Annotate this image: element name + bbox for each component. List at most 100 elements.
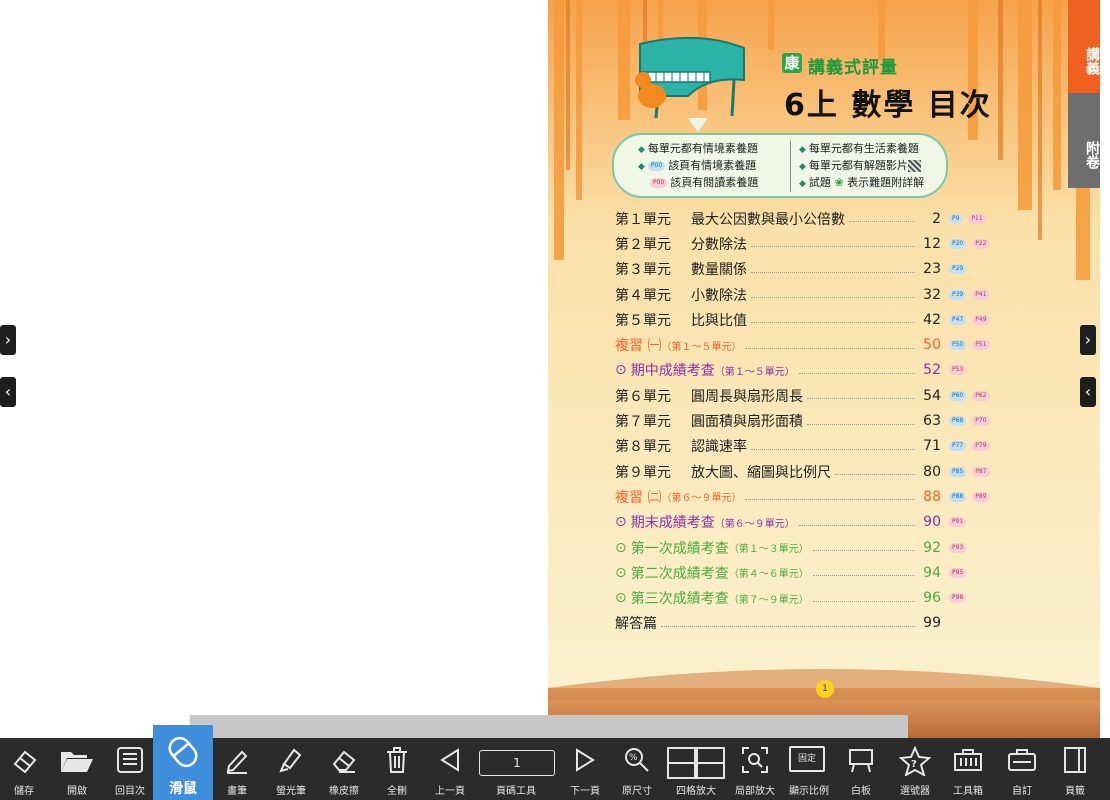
diamond-icon: ◆ (638, 162, 645, 172)
right-expand-button[interactable]: › (1080, 325, 1096, 355)
toc-button[interactable]: 回目次 (106, 738, 154, 800)
toc-row[interactable]: ⊙ 第二次成績考查 （第４～６單元） 94 P95 (615, 560, 995, 585)
pen-icon (226, 750, 248, 774)
clear-all-button[interactable]: 全刪 (374, 738, 420, 800)
leader-dots (812, 600, 915, 602)
toc-page-number: 96 (923, 590, 941, 607)
quad-zoom-button[interactable]: 四格放大 (664, 738, 728, 800)
page-tag[interactable]: P77 (949, 441, 967, 452)
page-tag[interactable]: P39 (949, 289, 967, 300)
tab-appendix[interactable]: 附卷 (1068, 93, 1100, 188)
toc-row[interactable]: ⊙ 第一次成績考查 （第１～３單元） 92 P93 (615, 535, 995, 560)
star-icon: ? (899, 746, 931, 776)
partial-zoom-button[interactable]: 局部放大 (730, 738, 780, 800)
trash-icon (387, 747, 407, 773)
toc-title: 數量關係 (691, 262, 747, 279)
display-ratio-button[interactable]: 固定 顯示比例 (784, 738, 834, 800)
toc-row[interactable]: 第８單元 認識速率 71 P77 P79 (615, 434, 995, 459)
page-tag[interactable]: P9 (949, 213, 963, 224)
leader-dots (751, 271, 915, 273)
toc-page-number: 42 (923, 311, 941, 328)
toc-row[interactable]: 解答篇 99 (615, 611, 995, 636)
custom-button[interactable]: 自訂 (998, 738, 1046, 800)
toc-row[interactable]: 第３單元 數量關係 23 P29 (615, 257, 995, 282)
features-right: ◆ 每單元都有生活素養題 ◆ 每單元都有解題影片 ◆ 試題 ❀ 表示難題附詳解 (790, 141, 924, 192)
whiteboard-button[interactable]: 白板 (838, 738, 884, 800)
prev-page-button[interactable]: 上一頁 (426, 738, 474, 800)
toc-row[interactable]: 第９單元 放大圖、縮圖與比例尺 80 P85 P87 (615, 459, 995, 484)
page-tag[interactable]: P51 (972, 340, 990, 351)
toc-title: 複習 ㈠ (615, 338, 662, 355)
reading-tag-icon: P00 (650, 178, 668, 188)
toc-row[interactable]: 複習 ㈡（第６～９單元） 88 P88 P89 (615, 484, 995, 509)
left-expand-button[interactable]: › (0, 325, 16, 355)
page-tab-button[interactable]: 頁籤 (1052, 738, 1098, 800)
page-tag[interactable]: P98 (949, 593, 967, 604)
page-tag[interactable]: P22 (972, 238, 990, 249)
toolbox-button[interactable]: 工具箱 (944, 738, 992, 800)
tab-lecture[interactable]: 講義 (1068, 0, 1100, 93)
page-tag[interactable]: P62 (972, 390, 990, 401)
fixed-ratio-icon: 固定 (789, 746, 825, 772)
page-tag[interactable]: P91 (949, 517, 967, 528)
toc-row[interactable]: ⊙ 第三次成績考查 （第７～９單元） 96 P98 (615, 585, 995, 610)
left-collapse-button[interactable]: ‹ (0, 377, 16, 407)
number-picker-button[interactable]: ? 選號器 (888, 738, 942, 800)
toc-row[interactable]: 第１單元 最大公因數與最小公倍數 2 P9 P11 (615, 206, 995, 231)
diamond-icon: ◆ (799, 162, 806, 172)
toc-row[interactable]: 第７單元 圓面積與扇形面積 63 P68 P70 (615, 408, 995, 433)
page-tag[interactable]: P11 (968, 213, 986, 224)
paw-icon: ❀ (834, 176, 844, 189)
horizontal-scrollbar[interactable] (190, 715, 908, 738)
eraser-button[interactable]: 橡皮擦 (320, 738, 368, 800)
toc-tags: P93 (949, 542, 995, 553)
toc-row[interactable]: 第５單元 比與比值 42 P47 P49 (615, 307, 995, 332)
toc-unit: 第５單元 (615, 312, 671, 329)
page-tag[interactable]: P60 (949, 390, 967, 401)
page-tag[interactable]: P88 (949, 491, 967, 502)
toc-page-number: 88 (923, 488, 941, 505)
toc-page-number: 99 (923, 615, 941, 632)
page-tag[interactable]: P50 (949, 340, 967, 351)
page-tag[interactable]: P41 (972, 289, 990, 300)
toc-row[interactable]: ⊙ 期中成績考查 （第１～５單元） 52 P53 (615, 358, 995, 383)
page-tag[interactable]: P49 (972, 314, 990, 325)
save-button[interactable]: 儲存 (0, 738, 48, 800)
right-collapse-button[interactable]: ‹ (1080, 377, 1096, 407)
toc-tags: P47 P49 (949, 314, 995, 325)
toc-row[interactable]: 第６單元 圓周長與扇形周長 54 P60 P62 (615, 383, 995, 408)
page-tag[interactable]: P47 (949, 314, 967, 325)
partial-zoom-icon (742, 747, 768, 773)
page-tag[interactable]: P70 (972, 416, 990, 427)
page-tag[interactable]: P87 (972, 466, 990, 477)
pen-button[interactable]: 畫筆 (214, 738, 260, 800)
toc-page-number: 63 (923, 413, 941, 430)
toc-tags: P88 P89 (949, 491, 995, 502)
page-tag[interactable]: P79 (972, 441, 990, 452)
page-tag[interactable]: P20 (949, 238, 967, 249)
page-tool[interactable]: 1 頁碼工具 (474, 738, 558, 800)
toc-unit: 第１單元 (615, 211, 671, 228)
page-number-input[interactable]: 1 (479, 750, 555, 776)
page-tag[interactable]: P93 (949, 542, 967, 553)
original-size-button[interactable]: % 原尺寸 (614, 738, 660, 800)
page-tag[interactable]: P53 (949, 365, 967, 376)
page-tag[interactable]: P85 (949, 466, 967, 477)
toc-row[interactable]: 第２單元 分數除法 12 P20 P22 (615, 231, 995, 256)
leader-dots (661, 625, 915, 627)
page-tag[interactable]: P95 (949, 567, 967, 578)
mouse-button[interactable]: 滑鼠 (153, 725, 213, 800)
toc-row[interactable]: 第４單元 小數除法 32 P39 P41 (615, 282, 995, 307)
toc-row[interactable]: ⊙ 期末成績考查 （第６～９單元） 90 P91 (615, 510, 995, 535)
page-tag[interactable]: P68 (949, 416, 967, 427)
highlighter-button[interactable]: 螢光筆 (266, 738, 316, 800)
toc-page-number: 92 (923, 539, 941, 556)
next-page-button[interactable]: 下一頁 (562, 738, 608, 800)
open-button[interactable]: 開啟 (52, 738, 102, 800)
page-tag[interactable]: P29 (949, 264, 967, 275)
toc-page-number: 32 (923, 286, 941, 303)
toc-row[interactable]: 複習 ㈠（第１～５單元） 50 P50 P51 (615, 332, 995, 357)
toc-subtitle: （第１～３單元） (728, 544, 809, 555)
toc-unit: 第２單元 (615, 236, 671, 253)
page-tag[interactable]: P89 (972, 491, 990, 502)
